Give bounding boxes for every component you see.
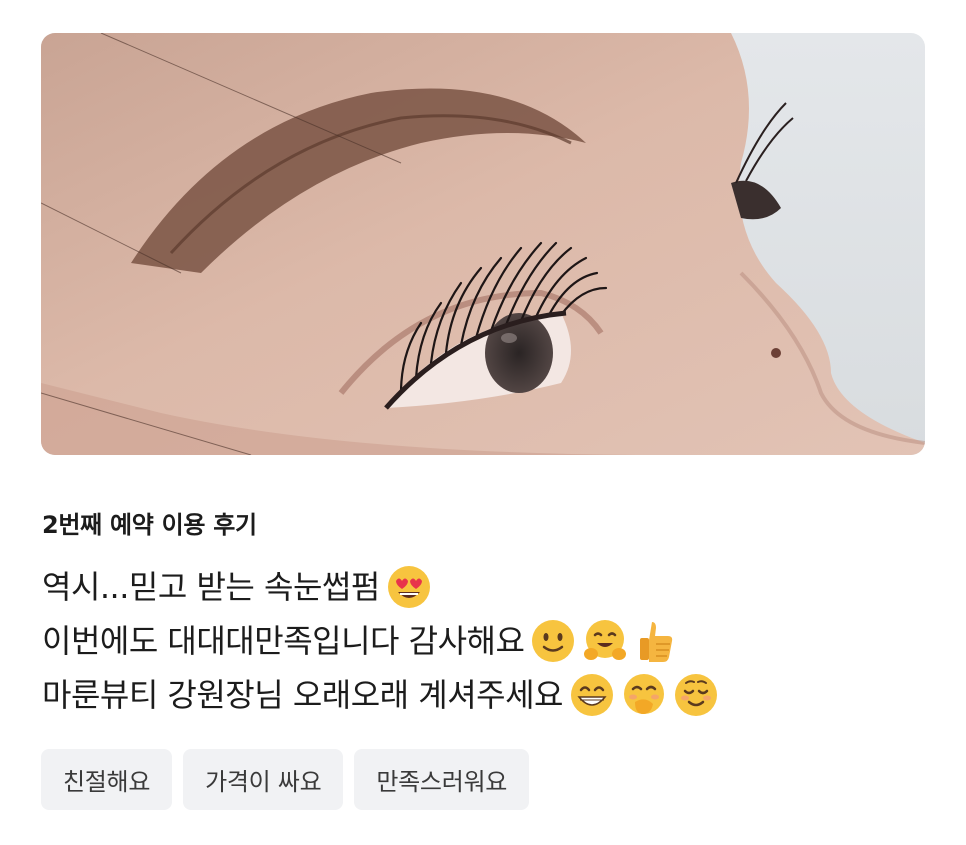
grin-emoji-icon <box>569 672 615 718</box>
review-line-text: 역시...믿고 받는 속눈썹펌 <box>42 568 380 606</box>
slight-smile-emoji-icon <box>530 618 576 664</box>
review-line: 마룬뷰티 강원장님 오래오래 계셔주세요 <box>42 668 922 722</box>
review-photo[interactable] <box>41 33 925 455</box>
hugging-emoji-icon <box>582 618 628 664</box>
review-tags: 친절해요 가격이 싸요 만족스러워요 <box>41 749 530 810</box>
review-line-text: 이번에도 대대대만족입니다 감사해요 <box>42 622 525 660</box>
hand-over-mouth-emoji-icon <box>621 672 667 718</box>
smiling-blush-emoji-icon <box>673 672 719 718</box>
eyelash-photo <box>41 33 925 455</box>
tag-chip[interactable]: 친절해요 <box>41 749 173 810</box>
review-line: 이번에도 대대대만족입니다 감사해요 <box>42 614 922 668</box>
tag-chip[interactable]: 만족스러워요 <box>354 749 530 810</box>
tag-chip[interactable]: 가격이 싸요 <box>183 749 344 810</box>
review-card: 2번째 예약 이용 후기 역시...믿고 받는 속눈썹펌 이번에도 대대대만족입… <box>0 0 966 845</box>
heart-eyes-emoji-icon <box>386 564 432 610</box>
review-line-text: 마룬뷰티 강원장님 오래오래 계셔주세요 <box>42 676 564 714</box>
review-text: 역시...믿고 받는 속눈썹펌 이번에도 대대대만족입니다 감사해요 마룬뷰티 … <box>42 560 922 722</box>
review-title: 2번째 예약 이용 후기 <box>42 511 257 539</box>
review-line: 역시...믿고 받는 속눈썹펌 <box>42 560 922 614</box>
thumbs-up-emoji-icon <box>634 618 680 664</box>
